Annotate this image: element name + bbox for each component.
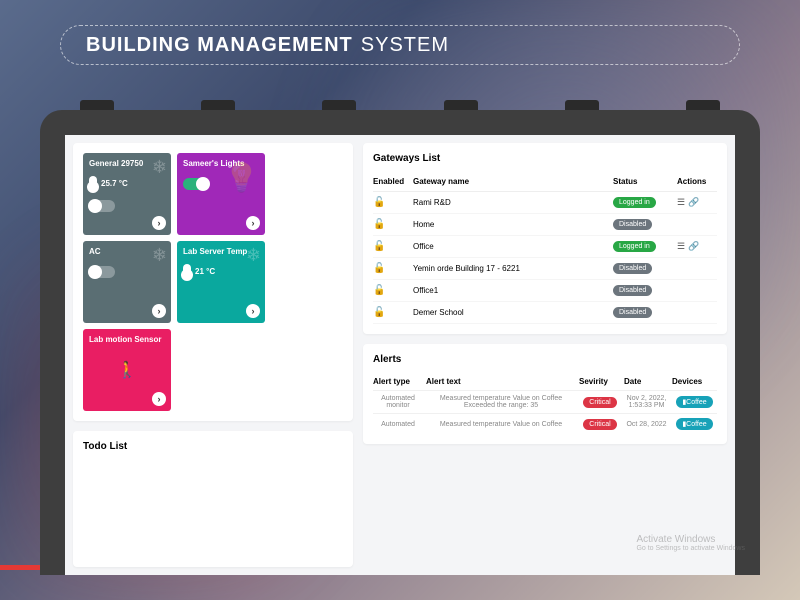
alert-date: Nov 2, 2022, 1:53:33 PM — [624, 395, 669, 409]
severity-badge: Critical — [583, 419, 616, 430]
temperature-reading: 21 °C — [183, 264, 259, 278]
gateway-name: Home — [413, 220, 609, 229]
col-dev: Devices — [672, 377, 717, 386]
lock-icon[interactable]: 🔓 — [373, 197, 409, 208]
alert-text: Measured temperature Value on Coffee — [426, 421, 576, 428]
windows-watermark: Activate Windows Go to Settings to activ… — [636, 534, 745, 552]
col-enabled: Enabled — [373, 177, 409, 186]
menu-icon[interactable]: ☰ — [677, 241, 685, 252]
todo-panel: Todo List — [73, 431, 353, 567]
alert-type: Automated — [373, 421, 423, 428]
todo-title: Todo List — [83, 441, 343, 452]
device-tiles-panel: General 29750 ❄ 25.7 °C › Sameer's Light… — [73, 143, 353, 421]
alert-text: Measured temperature Value on Coffee Exc… — [426, 395, 576, 409]
row-actions: ☰🔗 — [677, 241, 717, 252]
link-icon[interactable]: 🔗 — [688, 197, 699, 208]
col-status: Status — [613, 177, 673, 186]
snowflake-icon: ❄ — [152, 245, 167, 266]
chevron-right-icon[interactable]: › — [246, 304, 260, 318]
tile-lights[interactable]: Sameer's Lights 💡 › — [177, 153, 265, 235]
menu-icon[interactable]: ☰ — [677, 197, 685, 208]
app-screen: General 29750 ❄ 25.7 °C › Sameer's Light… — [65, 135, 735, 575]
severity-badge: Critical — [583, 397, 616, 408]
chevron-right-icon[interactable]: › — [152, 216, 166, 230]
gateway-name: Yemin orde Building 17 - 6221 — [413, 264, 609, 273]
tile-toggle[interactable] — [89, 200, 115, 212]
col-name: Gateway name — [413, 177, 609, 186]
bulb-icon: 💡 — [224, 161, 259, 194]
gateways-title: Gateways List — [373, 153, 717, 164]
snowflake-icon: ❄ — [152, 157, 167, 178]
tile-general[interactable]: General 29750 ❄ 25.7 °C › — [83, 153, 171, 235]
table-row: 🔓 Demer School Disabled — [373, 302, 717, 324]
thermometer-icon — [89, 176, 97, 190]
alerts-title: Alerts — [373, 354, 717, 365]
gateway-name: Office1 — [413, 286, 609, 295]
chevron-right-icon[interactable]: › — [152, 392, 166, 406]
chevron-right-icon[interactable]: › — [246, 216, 260, 230]
laptop-frame: General 29750 ❄ 25.7 °C › Sameer's Light… — [40, 110, 760, 575]
alert-date: Oct 28, 2022 — [624, 421, 669, 428]
table-row: 🔓 Yemin orde Building 17 - 6221 Disabled — [373, 258, 717, 280]
tile-toggle[interactable] — [89, 266, 115, 278]
status-badge: Disabled — [613, 307, 652, 318]
status-badge: Disabled — [613, 285, 652, 296]
device-badge[interactable]: ▮Coffee — [676, 418, 712, 430]
lock-icon[interactable]: 🔓 — [373, 307, 409, 318]
tile-motion[interactable]: Lab motion Sensor 🚶 › — [83, 329, 171, 411]
link-icon[interactable]: 🔗 — [688, 241, 699, 252]
status-badge: Logged in — [613, 197, 656, 208]
status-badge: Logged in — [613, 241, 656, 252]
row-actions: ☰🔗 — [677, 197, 717, 208]
gateway-name: Office — [413, 242, 609, 251]
title-bold: BUILDING MANAGEMENT — [86, 34, 353, 57]
gateways-header-row: Enabled Gateway name Status Actions — [373, 172, 717, 192]
lock-icon[interactable]: 🔓 — [373, 263, 409, 274]
alerts-header-row: Alert type Alert text Sevirity Date Devi… — [373, 373, 717, 390]
alert-type: Automated monitor — [373, 395, 423, 409]
table-row: 🔓 Rami R&D Logged in ☰🔗 — [373, 192, 717, 214]
decorative-accent — [0, 565, 45, 570]
gateway-name: Demer School — [413, 308, 609, 317]
snowflake-icon: ❄ — [246, 245, 261, 266]
lock-icon[interactable]: 🔓 — [373, 241, 409, 252]
temperature-reading: 25.7 °C — [89, 176, 165, 190]
alerts-panel: Alerts Alert type Alert text Sevirity Da… — [363, 344, 727, 444]
table-row: 🔓 Home Disabled — [373, 214, 717, 236]
tile-ac[interactable]: AC ❄ › — [83, 241, 171, 323]
col-date: Date — [624, 377, 669, 386]
thermometer-icon — [183, 264, 191, 278]
col-text: Alert text — [426, 377, 576, 386]
status-badge: Disabled — [613, 263, 652, 274]
lock-icon[interactable]: 🔓 — [373, 285, 409, 296]
gateway-name: Rami R&D — [413, 198, 609, 207]
device-badge[interactable]: ▮Coffee — [676, 396, 712, 408]
table-row: 🔓 Office1 Disabled — [373, 280, 717, 302]
tile-toggle[interactable] — [183, 178, 209, 190]
tile-lab-temp[interactable]: Lab Server Temp ❄ 21 °C › — [177, 241, 265, 323]
col-sev: Sevirity — [579, 377, 621, 386]
lock-icon[interactable]: 🔓 — [373, 219, 409, 230]
person-icon: 🚶 — [117, 360, 137, 380]
table-row: AutomatedMeasured temperature Value on C… — [373, 413, 717, 434]
table-row: 🔓 Office Logged in ☰🔗 — [373, 236, 717, 258]
col-type: Alert type — [373, 377, 423, 386]
chevron-right-icon[interactable]: › — [152, 304, 166, 318]
title-light: SYSTEM — [361, 34, 449, 57]
table-row: Automated monitorMeasured temperature Va… — [373, 390, 717, 413]
status-badge: Disabled — [613, 219, 652, 230]
page-title-bar: BUILDING MANAGEMENT SYSTEM — [60, 25, 740, 65]
tile-title: Lab motion Sensor — [89, 335, 165, 344]
gateways-panel: Gateways List Enabled Gateway name Statu… — [363, 143, 727, 334]
col-actions: Actions — [677, 177, 717, 186]
